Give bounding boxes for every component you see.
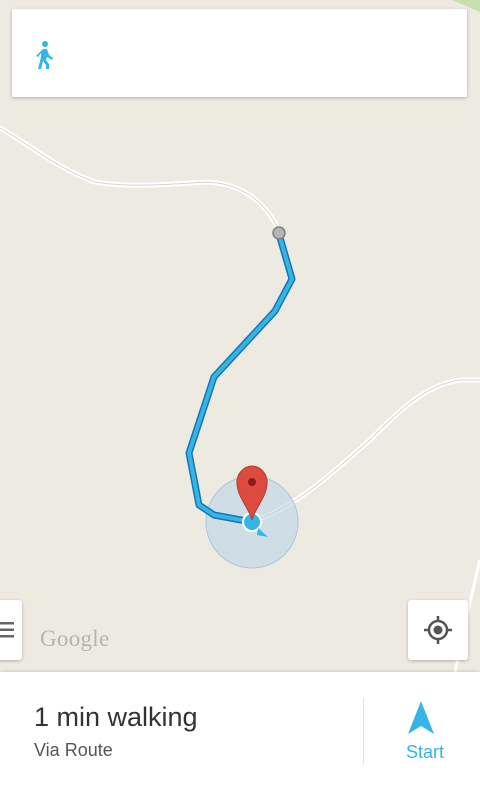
- menu-icon: [0, 622, 14, 638]
- menu-button[interactable]: [0, 600, 22, 660]
- walking-person-icon: [36, 41, 53, 69]
- start-label: Start: [405, 742, 444, 762]
- my-location-icon: [424, 616, 452, 644]
- navigation-arrow-icon: [408, 701, 434, 734]
- divider: [363, 698, 364, 764]
- map-view[interactable]: [0, 0, 480, 672]
- route-via: Via Route: [34, 740, 113, 760]
- route-endpoint-dot: [272, 226, 286, 240]
- route-duration: 1 min walking: [34, 702, 198, 732]
- start-navigation-button[interactable]: Start: [370, 672, 480, 788]
- directions-card[interactable]: [12, 9, 467, 97]
- route-summary-panel[interactable]: 1 min walking Via Route Start: [0, 672, 480, 788]
- google-logo: Google: [40, 626, 110, 651]
- my-location-button[interactable]: [408, 600, 468, 660]
